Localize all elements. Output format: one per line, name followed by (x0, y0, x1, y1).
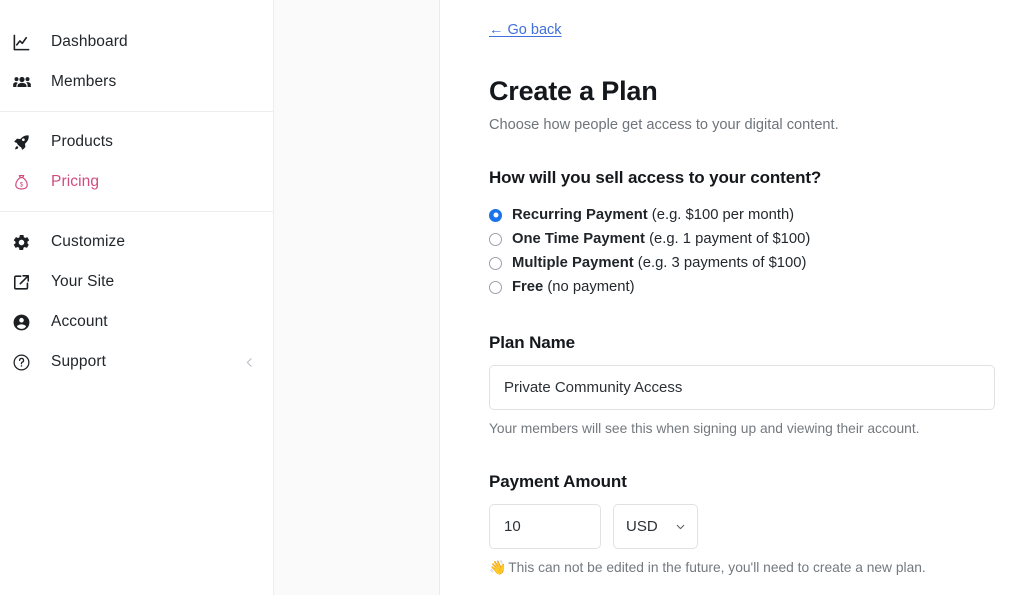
sell-access-question: How will you sell access to your content… (489, 168, 822, 188)
sidebar-item-label: Your Site (51, 273, 115, 291)
sidebar: Dashboard Members Products $ Pricing Cus… (0, 0, 274, 595)
gear-icon (12, 231, 36, 253)
chart-line-icon (12, 31, 36, 53)
radio-option-example: (e.g. 3 payments of $100) (633, 255, 807, 271)
radio-option-example: (no payment) (543, 279, 635, 295)
radio-mark-icon (489, 232, 502, 246)
radio-option-label: Free (no payment) (512, 280, 635, 295)
sidebar-item-label: Members (51, 73, 117, 91)
radio-mark-icon (489, 256, 502, 270)
plan-name-input[interactable] (489, 365, 995, 411)
payment-amount-heading: Payment Amount (489, 472, 627, 492)
page-subtitle: Choose how people get access to your dig… (489, 117, 839, 134)
sidebar-divider (0, 111, 273, 112)
payment-amount-hint: 👋 This can not be edited in the future, y… (489, 559, 994, 577)
chevron-down-icon (674, 520, 687, 533)
wave-hand-emoji: 👋 (489, 560, 507, 576)
radio-option-example: (e.g. 1 payment of $100) (644, 231, 811, 247)
main-content: ← Go back Create a Plan Choose how peopl… (440, 0, 1024, 595)
secondary-panel (274, 0, 440, 595)
radio-mark-icon (489, 280, 502, 294)
sidebar-item-dashboard[interactable]: Dashboard (0, 22, 273, 62)
currency-select-value: USD (626, 518, 658, 536)
plan-name-hint: Your members will see this when signing … (489, 421, 920, 437)
radio-option-label: One Time Payment (e.g. 1 payment of $100… (512, 232, 810, 247)
chevron-left-icon[interactable] (241, 354, 257, 370)
radio-option-name: Recurring Payment (512, 207, 648, 223)
payment-amount-input[interactable] (489, 504, 601, 550)
sidebar-item-label: Account (51, 313, 108, 331)
page-title: Create a Plan (489, 76, 658, 107)
sidebar-item-pricing[interactable]: $ Pricing (0, 162, 273, 202)
sidebar-item-label: Products (51, 133, 113, 151)
sidebar-item-label: Pricing (51, 173, 100, 191)
payment-option-group: Recurring Payment (e.g. $100 per month) … (489, 203, 994, 299)
radio-option-multiple-payment[interactable]: Multiple Payment (e.g. 3 payments of $10… (489, 251, 994, 275)
sidebar-item-support[interactable]: Support (0, 342, 273, 382)
external-link-icon (12, 271, 36, 293)
sidebar-item-label: Support (51, 353, 106, 371)
sidebar-divider (0, 211, 273, 212)
payment-amount-row: USD (489, 504, 994, 550)
currency-select[interactable]: USD (613, 504, 698, 550)
payment-amount-hint-text: This can not be edited in the future, yo… (508, 560, 926, 576)
radio-option-name: Multiple Payment (512, 255, 634, 271)
sidebar-group-primary: Dashboard Members (0, 22, 273, 102)
money-bag-icon: $ (12, 171, 36, 193)
radio-option-recurring-payment[interactable]: Recurring Payment (e.g. $100 per month) (489, 203, 994, 227)
rocket-icon (12, 131, 36, 153)
sidebar-item-label: Customize (51, 233, 126, 251)
radio-option-one-time-payment[interactable]: One Time Payment (e.g. 1 payment of $100… (489, 227, 994, 251)
radio-option-example: (e.g. $100 per month) (647, 207, 795, 223)
sidebar-item-your-site[interactable]: Your Site (0, 262, 273, 302)
radio-option-label: Recurring Payment (e.g. $100 per month) (512, 208, 794, 223)
user-circle-icon (12, 311, 36, 333)
payment-amount-field-block: Payment Amount USD 👋This can not be edit… (489, 472, 994, 577)
plan-name-field-block: Plan Name Your members will see this whe… (489, 333, 995, 438)
question-circle-icon (12, 351, 36, 373)
plan-name-heading: Plan Name (489, 333, 576, 353)
radio-option-label: Multiple Payment (e.g. 3 payments of $10… (512, 256, 806, 271)
svg-text:$: $ (20, 181, 24, 188)
radio-mark-icon (489, 208, 502, 222)
go-back-link[interactable]: ← Go back (489, 22, 562, 39)
radio-option-name: One Time Payment (512, 231, 645, 247)
sidebar-item-account[interactable]: Account (0, 302, 273, 342)
sidebar-item-products[interactable]: Products (0, 122, 273, 162)
radio-option-name: Free (512, 279, 544, 295)
sidebar-group-catalog: Products $ Pricing (0, 122, 273, 202)
sidebar-item-label: Dashboard (51, 33, 128, 51)
sidebar-item-members[interactable]: Members (0, 62, 273, 102)
people-group-icon (12, 71, 36, 93)
radio-option-free[interactable]: Free (no payment) (489, 275, 994, 299)
sidebar-item-customize[interactable]: Customize (0, 222, 273, 262)
sidebar-group-settings: Customize Your Site Account Support (0, 222, 273, 382)
app-root: Dashboard Members Products $ Pricing Cus… (0, 0, 1024, 595)
